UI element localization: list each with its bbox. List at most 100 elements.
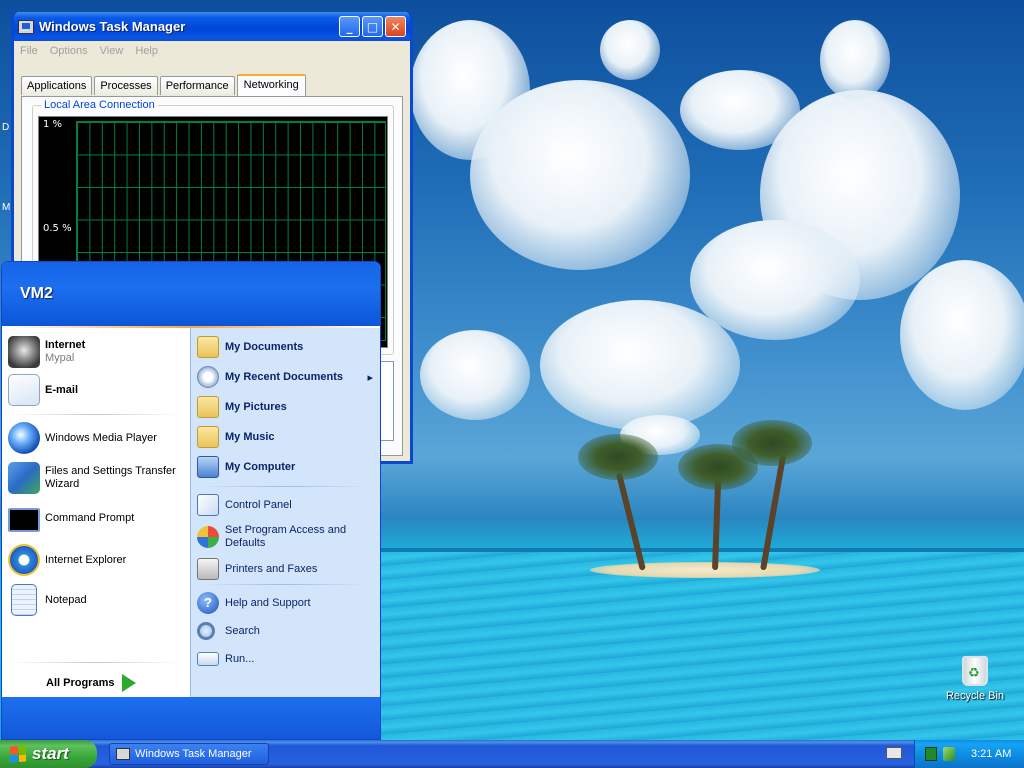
program-access-label: Set Program Access and Defaults (225, 524, 347, 549)
my-documents-item[interactable]: My Documents (197, 336, 375, 358)
mypal-raccoon-icon (8, 336, 40, 368)
search-item[interactable]: Search (197, 622, 375, 640)
recycle-bin-icon: ♻ (962, 656, 988, 686)
pinned-email[interactable]: E-mail (8, 374, 78, 406)
all-programs-button[interactable]: All Programs (46, 674, 137, 692)
taskbar-button-label: Windows Task Manager (135, 748, 252, 760)
recent-files-settings-transfer[interactable]: Files and Settings Transfer Wizard (8, 462, 185, 494)
taskbar: start Windows Task Manager 3:21 AM (0, 740, 1024, 768)
run-item[interactable]: Run... (197, 652, 375, 666)
window-title: Windows Task Manager (39, 19, 186, 34)
graph-max-label: 1 % (43, 119, 63, 130)
cloud (540, 300, 740, 430)
help-icon: ? (197, 592, 219, 614)
media-player-icon (8, 422, 40, 454)
pinned-email-label: E-mail (45, 383, 79, 396)
printers-faxes-item[interactable]: Printers and Faxes (197, 558, 375, 580)
cloud (470, 80, 690, 270)
all-programs-label: All Programs (46, 677, 115, 689)
sea (380, 552, 1024, 740)
minimize-button[interactable]: _ (339, 16, 360, 37)
menu-view[interactable]: View (100, 45, 124, 57)
menu-help[interactable]: Help (135, 45, 158, 57)
pinned-internet-sublabel: Mypal (45, 352, 75, 364)
adapter-label: Local Area Connection (41, 99, 158, 111)
separator (10, 662, 180, 663)
control-panel-icon (197, 494, 219, 516)
safely-remove-tray-icon[interactable] (943, 747, 955, 761)
printer-icon (197, 558, 219, 580)
tab-performance[interactable]: Performance (159, 76, 235, 95)
cloud (820, 20, 890, 100)
control-panel-label: Control Panel (225, 498, 292, 511)
search-label: Search (225, 624, 260, 637)
keyboard-language-icon[interactable] (886, 747, 902, 759)
recent-documents-icon (197, 366, 219, 388)
windows-logo-icon (10, 745, 26, 763)
recent-item-label: Internet Explorer (45, 553, 127, 566)
start-button[interactable]: start (0, 740, 97, 768)
my-computer-label: My Computer (225, 460, 296, 473)
recent-internet-explorer[interactable]: Internet Explorer (8, 544, 126, 576)
start-menu: VM2 Internet Mypal E-mail Windows Media … (1, 261, 381, 740)
cloud (900, 260, 1024, 410)
network-tray-icon[interactable] (925, 747, 937, 761)
my-recent-documents-label: My Recent Documents (225, 370, 343, 383)
folder-music-icon (197, 426, 219, 448)
separator (199, 584, 369, 585)
computer-icon (197, 456, 219, 478)
recent-notepad[interactable]: Notepad (8, 584, 87, 616)
separator (199, 486, 369, 487)
recent-item-label: Notepad (45, 593, 87, 606)
submenu-arrow-icon: ▸ (367, 371, 373, 384)
recent-windows-media-player[interactable]: Windows Media Player (8, 422, 157, 454)
my-pictures-label: My Pictures (225, 400, 287, 413)
title-bar[interactable]: Windows Task Manager _ □ ✕ (14, 12, 410, 41)
recent-command-prompt[interactable]: Command Prompt (8, 504, 134, 532)
user-name: VM2 (20, 285, 53, 302)
my-computer-item[interactable]: My Computer (197, 456, 375, 478)
recycle-bin-desktop-icon[interactable]: ♻ Recycle Bin (944, 656, 1006, 702)
notepad-icon (11, 584, 37, 616)
green-arrow-icon (122, 674, 137, 692)
my-recent-documents-item[interactable]: My Recent Documents ▸ (197, 366, 375, 388)
email-envelope-icon (8, 374, 40, 406)
help-support-item[interactable]: ? Help and Support (197, 592, 375, 614)
start-label: start (32, 744, 69, 763)
program-defaults-icon (197, 526, 219, 548)
cloud (420, 330, 530, 420)
run-label: Run... (225, 652, 255, 665)
folder-pictures-icon (197, 396, 219, 418)
my-music-item[interactable]: My Music (197, 426, 375, 448)
taskbar-button-task-manager[interactable]: Windows Task Manager (109, 743, 269, 765)
clock[interactable]: 3:21 AM (971, 748, 1011, 760)
menu-file[interactable]: File (20, 45, 38, 57)
maximize-button[interactable]: □ (362, 16, 383, 37)
tab-applications[interactable]: Applications (21, 76, 93, 95)
internet-explorer-icon (8, 544, 40, 576)
island (590, 562, 820, 578)
pinned-internet-label: Internet (45, 339, 86, 351)
tab-strip: Applications Processes Performance Netwo… (14, 61, 410, 97)
pinned-internet[interactable]: Internet Mypal (8, 336, 85, 368)
recent-item-label: Windows Media Player (45, 431, 157, 444)
menu-options[interactable]: Options (50, 45, 88, 57)
start-menu-footer (2, 697, 380, 739)
my-pictures-item[interactable]: My Pictures (197, 396, 375, 418)
control-panel-item[interactable]: Control Panel (197, 494, 375, 516)
tab-processes[interactable]: Processes (94, 76, 158, 95)
start-menu-body: Internet Mypal E-mail Windows Media Play… (2, 328, 380, 697)
program-access-item[interactable]: Set Program Access and Defaults (197, 524, 375, 550)
recent-item-label: Command Prompt (45, 511, 135, 524)
palm-fronds (578, 434, 658, 480)
help-support-label: Help and Support (225, 596, 311, 609)
printers-faxes-label: Printers and Faxes (225, 562, 318, 575)
system-tray: 3:21 AM (914, 740, 1024, 768)
tab-networking[interactable]: Networking (236, 74, 306, 97)
recent-item-label: Files and Settings Transfer Wizard (45, 465, 176, 490)
cloud (600, 20, 660, 80)
start-menu-left-pane: Internet Mypal E-mail Windows Media Play… (2, 328, 190, 697)
close-button[interactable]: ✕ (385, 16, 406, 37)
menu-bar: File Options View Help (14, 41, 410, 61)
command-prompt-icon (8, 508, 40, 532)
